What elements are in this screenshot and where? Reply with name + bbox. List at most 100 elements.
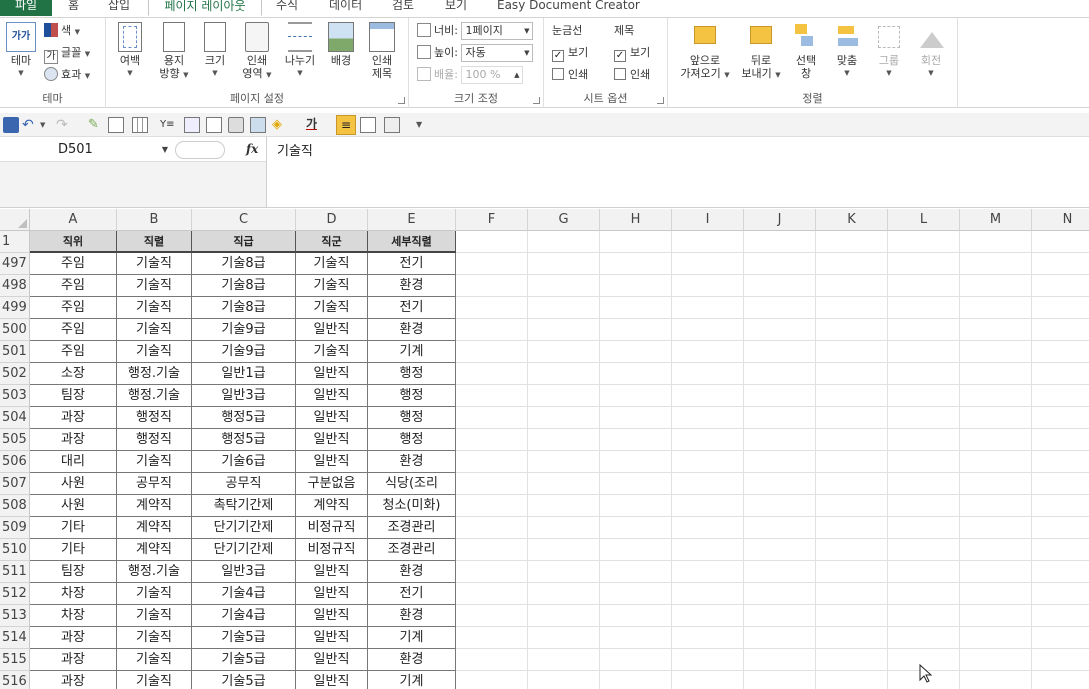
- table-cell[interactable]: 환경: [368, 605, 456, 627]
- table-cell[interactable]: [456, 495, 528, 517]
- table-cell[interactable]: [600, 429, 672, 451]
- table-cell[interactable]: 기술5급: [192, 671, 296, 689]
- header-cell[interactable]: 직군: [296, 231, 368, 253]
- column-header-n[interactable]: N: [1032, 209, 1089, 231]
- table-cell[interactable]: [816, 253, 888, 275]
- column-header-e[interactable]: E: [368, 209, 456, 231]
- table-cell[interactable]: [528, 495, 600, 517]
- table-cell[interactable]: [888, 517, 960, 539]
- table-cell[interactable]: [888, 275, 960, 297]
- tab-data[interactable]: 데이터: [329, 0, 362, 16]
- document-icon[interactable]: [206, 117, 222, 133]
- table-cell[interactable]: [1032, 627, 1089, 649]
- table-cell[interactable]: 대리: [30, 451, 117, 473]
- table-cell[interactable]: 행정: [368, 429, 456, 451]
- table-cell[interactable]: 기타: [30, 517, 117, 539]
- table-cell[interactable]: [888, 605, 960, 627]
- tab-view[interactable]: 보기: [445, 0, 467, 16]
- table-cell[interactable]: 전기: [368, 583, 456, 605]
- table-cell[interactable]: [744, 429, 816, 451]
- row-header[interactable]: 504: [0, 407, 30, 429]
- table-cell[interactable]: 기술직: [117, 297, 192, 319]
- redo-icon[interactable]: ↷: [56, 117, 72, 133]
- header-cell[interactable]: [888, 231, 960, 253]
- table-cell[interactable]: 단기기간제: [192, 517, 296, 539]
- table-cell[interactable]: [456, 539, 528, 561]
- table-cell[interactable]: [672, 407, 744, 429]
- table-cell[interactable]: [600, 363, 672, 385]
- form-icon[interactable]: [184, 117, 200, 133]
- table-cell[interactable]: [744, 385, 816, 407]
- table-cell[interactable]: 팀장: [30, 561, 117, 583]
- table-cell[interactable]: [960, 517, 1032, 539]
- theme-fonts-button[interactable]: 가 글꼴 ▼: [44, 43, 90, 64]
- table-cell[interactable]: [1032, 385, 1089, 407]
- table-cell[interactable]: [528, 561, 600, 583]
- row-header[interactable]: 509: [0, 517, 30, 539]
- table-cell[interactable]: 기술6급: [192, 451, 296, 473]
- table-cell[interactable]: 주임: [30, 253, 117, 275]
- table-cell[interactable]: [456, 627, 528, 649]
- table-cell[interactable]: [1032, 473, 1089, 495]
- table-cell[interactable]: [528, 341, 600, 363]
- table-cell[interactable]: 환경: [368, 649, 456, 671]
- table-cell[interactable]: [1032, 363, 1089, 385]
- table-cell[interactable]: [960, 319, 1032, 341]
- table-cell[interactable]: [816, 495, 888, 517]
- table-cell[interactable]: 환경: [368, 451, 456, 473]
- table-cell[interactable]: [816, 319, 888, 341]
- table-cell[interactable]: 일반직: [296, 429, 368, 451]
- table-cell[interactable]: [744, 363, 816, 385]
- table-cell[interactable]: [528, 385, 600, 407]
- table-cell[interactable]: [528, 429, 600, 451]
- table-cell[interactable]: [672, 385, 744, 407]
- table-cell[interactable]: [456, 451, 528, 473]
- column-header-j[interactable]: J: [744, 209, 816, 231]
- table-cell[interactable]: [456, 671, 528, 689]
- header-cell[interactable]: [672, 231, 744, 253]
- filter-icon[interactable]: Y≡: [160, 117, 176, 133]
- table-cell[interactable]: 행정.기술: [117, 561, 192, 583]
- select-all-button[interactable]: [0, 209, 30, 231]
- margins-button[interactable]: 여백 ▼: [112, 20, 148, 80]
- table-cell[interactable]: [960, 561, 1032, 583]
- table-cell[interactable]: [600, 275, 672, 297]
- table-cell[interactable]: [960, 605, 1032, 627]
- table-cell[interactable]: [960, 539, 1032, 561]
- table-cell[interactable]: 기술직: [117, 253, 192, 275]
- table-cell[interactable]: 전기: [368, 253, 456, 275]
- column-header-b[interactable]: B: [117, 209, 192, 231]
- table-cell[interactable]: [528, 407, 600, 429]
- table-cell[interactable]: [816, 649, 888, 671]
- table-cell[interactable]: 행정.기술: [117, 385, 192, 407]
- table-cell[interactable]: 기술직: [117, 275, 192, 297]
- table-cell[interactable]: [816, 561, 888, 583]
- row-header[interactable]: 497: [0, 253, 30, 275]
- table-cell[interactable]: 일반직: [296, 627, 368, 649]
- table-cell[interactable]: 기술직: [296, 297, 368, 319]
- table-cell[interactable]: [816, 627, 888, 649]
- undo-icon[interactable]: ↶: [22, 117, 38, 133]
- table-cell[interactable]: [960, 407, 1032, 429]
- table-cell[interactable]: 기술8급: [192, 253, 296, 275]
- column-header-c[interactable]: C: [192, 209, 296, 231]
- table-cell[interactable]: [528, 297, 600, 319]
- table-cell[interactable]: [600, 473, 672, 495]
- table-cell[interactable]: 기술직: [117, 583, 192, 605]
- column-header-i[interactable]: I: [672, 209, 744, 231]
- table-cell[interactable]: [816, 473, 888, 495]
- chevron-down-icon[interactable]: ▼: [40, 117, 56, 133]
- table-cell[interactable]: [888, 341, 960, 363]
- table-cell[interactable]: [816, 539, 888, 561]
- table-cell[interactable]: 기술직: [117, 649, 192, 671]
- table-cell[interactable]: [960, 473, 1032, 495]
- table-cell[interactable]: [600, 627, 672, 649]
- table-cell[interactable]: 차장: [30, 605, 117, 627]
- table-cell[interactable]: [816, 605, 888, 627]
- table-cell[interactable]: 일반3급: [192, 385, 296, 407]
- table-cell[interactable]: [744, 539, 816, 561]
- table-cell[interactable]: 식당(조리: [368, 473, 456, 495]
- table-cell[interactable]: [888, 297, 960, 319]
- table-cell[interactable]: [1032, 539, 1089, 561]
- table-cell[interactable]: [600, 407, 672, 429]
